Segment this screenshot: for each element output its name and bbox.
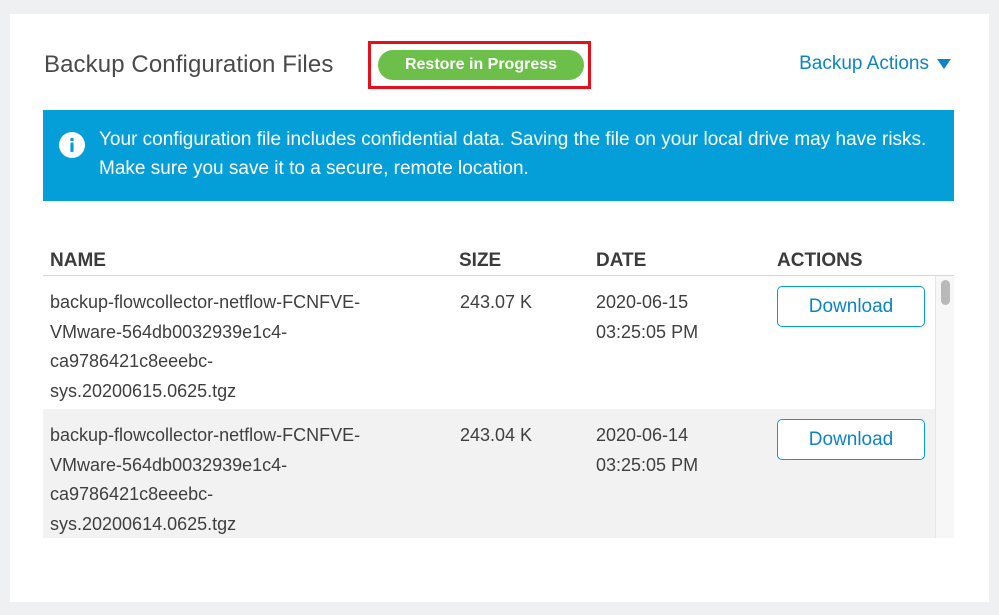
file-date: 2020-06-14 03:25:05 PM <box>596 421 698 480</box>
file-date-day: 2020-06-15 <box>596 292 689 312</box>
status-highlight-frame: Restore in Progress <box>368 41 591 89</box>
file-name-line: backup-flowcollector-netflow-FCNFVE- <box>50 425 361 445</box>
file-name-line: sys.20200614.0625.tgz <box>50 513 237 534</box>
status-badge: Restore in Progress <box>378 50 584 80</box>
file-name-line: sys.20200615.0625.tgz <box>50 380 237 401</box>
table-row: backup-flowcollector-netflow-FCNFVE- VMw… <box>43 276 954 409</box>
file-size: 243.07 K <box>460 292 533 312</box>
file-name-line: ca9786421c8eeebc- <box>50 351 214 371</box>
table-body[interactable]: backup-flowcollector-netflow-FCNFVE- VMw… <box>43 276 954 538</box>
backup-actions-label: Backup Actions <box>799 53 929 74</box>
scrollbar-thumb[interactable] <box>941 280 950 305</box>
file-name-line: backup-flowcollector-netflow-FCNFVE- <box>50 292 361 312</box>
file-name-line: VMware-564db0032939e1c4- <box>50 321 288 342</box>
file-name-line: VMware-564db0032939e1c4- <box>50 454 288 475</box>
info-icon <box>59 132 85 158</box>
file-date-time: 03:25:05 PM <box>596 454 699 475</box>
column-header-date[interactable]: DATE <box>596 250 646 272</box>
info-alert: Your configuration file includes confide… <box>43 110 954 201</box>
column-header-actions: ACTIONS <box>777 250 863 271</box>
backup-actions-dropdown[interactable]: Backup Actions <box>799 53 951 75</box>
file-date-day: 2020-06-14 <box>596 425 689 445</box>
file-name: backup-flowcollector-netflow-FCNFVE- VMw… <box>50 421 440 538</box>
file-date: 2020-06-15 03:25:05 PM <box>596 288 698 347</box>
download-button[interactable]: Download <box>777 286 925 327</box>
column-header-size[interactable]: SIZE <box>459 250 501 272</box>
file-name-line: ca9786421c8eeebc- <box>50 484 214 504</box>
column-header-name[interactable]: NAME <box>50 250 106 272</box>
caret-down-icon <box>937 59 951 69</box>
table-row: backup-flowcollector-netflow-FCNFVE- VMw… <box>43 409 954 538</box>
file-size: 243.04 K <box>460 425 533 445</box>
table-header: NAME SIZE DATE ACTIONS <box>43 242 954 276</box>
backup-config-panel: Backup Configuration Files Restore in Pr… <box>10 14 989 602</box>
file-date-time: 03:25:05 PM <box>596 321 699 342</box>
backup-files-table: NAME SIZE DATE ACTIONS backup-flowcollec… <box>43 242 954 538</box>
download-button[interactable]: Download <box>777 419 925 460</box>
alert-message: Your configuration file includes confide… <box>99 129 927 179</box>
table-scrollbar[interactable] <box>935 276 954 538</box>
page-title: Backup Configuration Files <box>44 51 334 78</box>
file-name: backup-flowcollector-netflow-FCNFVE- VMw… <box>50 288 440 406</box>
